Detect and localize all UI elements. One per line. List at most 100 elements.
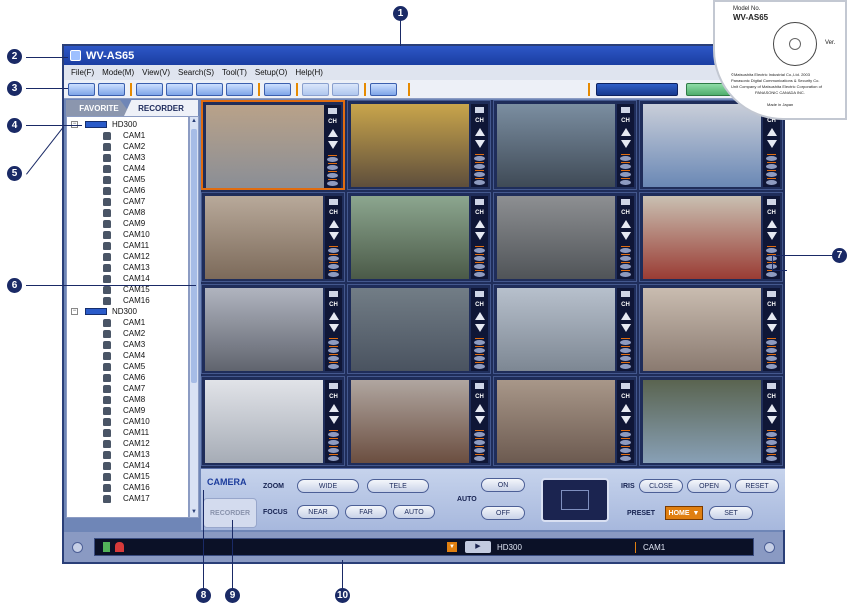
tree-camera-node[interactable]: CAM10 [103,229,150,240]
channel-up-icon[interactable] [329,220,339,228]
layout-9-button[interactable] [196,83,223,96]
view-control-icon[interactable] [620,356,631,361]
view-control-icon[interactable] [328,248,339,253]
camera-menu-icon[interactable] [329,383,338,389]
view-control-icon[interactable] [474,248,485,253]
iris-reset-button[interactable]: RESET [735,479,779,493]
view-control-icon[interactable] [328,356,339,361]
status-right-knob[interactable] [764,542,775,553]
view-control-icon[interactable] [328,256,339,261]
channel-up-icon[interactable] [328,129,338,137]
view-control-icon[interactable] [766,348,777,353]
tree-camera-node[interactable]: CAM13 [103,449,150,460]
camera-view-cell[interactable]: CH [639,192,783,282]
log-button[interactable] [370,83,397,96]
menu-mode[interactable]: Mode(M) [98,68,138,77]
view-control-icon[interactable] [620,348,631,353]
camera-menu-icon[interactable] [475,383,484,389]
tree-camera-node[interactable]: CAM9 [103,218,145,229]
zoom-tele-button[interactable]: TELE [367,479,429,493]
channel-up-icon[interactable] [767,128,777,136]
view-control-icon[interactable] [328,340,339,345]
channel-up-icon[interactable] [329,404,339,412]
channel-down-icon[interactable] [621,416,631,424]
view-control-icon[interactable] [474,340,485,345]
tree-camera-node[interactable]: CAM16 [103,295,150,306]
auto-on-button[interactable]: ON [481,478,525,492]
view-control-icon[interactable] [474,364,485,369]
view-control-icon[interactable] [328,432,339,437]
view-control-icon[interactable] [327,165,338,170]
camera-menu-icon[interactable] [621,383,630,389]
view-control-icon[interactable] [328,348,339,353]
sequence-button[interactable] [302,83,329,96]
camera-view-cell[interactable]: CH [639,376,783,466]
channel-down-icon[interactable] [767,324,777,332]
tree-camera-node[interactable]: CAM6 [103,372,145,383]
full-screen-button[interactable] [264,83,291,96]
channel-down-icon[interactable] [621,324,631,332]
camera-menu-icon[interactable] [329,199,338,205]
view-control-icon[interactable] [328,440,339,445]
camera-menu-icon[interactable] [621,107,630,113]
view-control-icon[interactable] [328,264,339,269]
tree-camera-node[interactable]: CAM4 [103,350,145,361]
zoom-search-button[interactable] [68,83,95,96]
tree-camera-node[interactable]: CAM16 [103,482,150,493]
tree-camera-node[interactable]: CAM14 [103,460,150,471]
view-control-icon[interactable] [474,156,485,161]
view-control-icon[interactable] [766,364,777,369]
tab-camera[interactable]: CAMERA [207,477,247,487]
channel-up-icon[interactable] [621,312,631,320]
view-control-icon[interactable] [474,272,485,277]
tree-camera-node[interactable]: CAM11 [103,427,149,438]
view-control-icon[interactable] [474,432,485,437]
tree-camera-node[interactable]: CAM2 [103,141,145,152]
view-control-icon[interactable] [328,448,339,453]
channel-down-icon[interactable] [475,416,485,424]
camera-menu-icon[interactable] [475,291,484,297]
menu-help[interactable]: Help(H) [291,68,327,77]
camera-view-cell[interactable]: CH [493,192,637,282]
tree-scrollbar[interactable]: ▲ ▼ [189,116,199,518]
camera-view-cell[interactable]: CH [639,284,783,374]
camera-menu-icon[interactable] [767,199,776,205]
tree-camera-node[interactable]: CAM1 [103,130,145,141]
channel-up-icon[interactable] [475,404,485,412]
scroll-down-icon[interactable]: ▼ [190,508,198,517]
status-dropdown-icon[interactable]: ▼ [447,542,457,552]
view-control-icon[interactable] [766,272,777,277]
channel-down-icon[interactable] [621,140,631,148]
view-control-icon[interactable] [766,172,777,177]
focus-near-button[interactable]: NEAR [297,505,339,519]
tree-recorder-node[interactable]: − ND300 [71,306,137,317]
channel-down-icon[interactable] [329,324,339,332]
scrollbar-thumb[interactable] [191,129,197,383]
view-control-icon[interactable] [620,248,631,253]
tree-camera-node[interactable]: CAM7 [103,196,145,207]
tab-favorite[interactable]: FAVORITE [66,100,132,116]
camera-view-cell[interactable]: CH [493,100,637,190]
view-control-icon[interactable] [474,264,485,269]
view-control-icon[interactable] [474,356,485,361]
status-left-knob[interactable] [72,542,83,553]
layout-1-button[interactable] [136,83,163,96]
tree-camera-node[interactable]: CAM6 [103,185,145,196]
camera-view-cell[interactable]: CH [201,192,345,282]
preset-set-button[interactable]: SET [709,506,753,520]
menu-setup[interactable]: Setup(O) [251,68,291,77]
camera-view-cell[interactable]: CH [493,376,637,466]
camera-view-cell[interactable]: CH [347,100,491,190]
tree-camera-node[interactable]: CAM14 [103,273,150,284]
channel-up-icon[interactable] [329,312,339,320]
view-control-icon[interactable] [766,248,777,253]
camera-view-cell[interactable]: CH [347,192,491,282]
view-control-icon[interactable] [474,256,485,261]
channel-down-icon[interactable] [328,141,338,149]
collapse-icon[interactable]: − [71,308,78,315]
channel-up-icon[interactable] [475,312,485,320]
layout-4-button[interactable] [166,83,193,96]
view-control-icon[interactable] [474,348,485,353]
view-control-icon[interactable] [620,156,631,161]
view-control-icon[interactable] [327,181,338,186]
